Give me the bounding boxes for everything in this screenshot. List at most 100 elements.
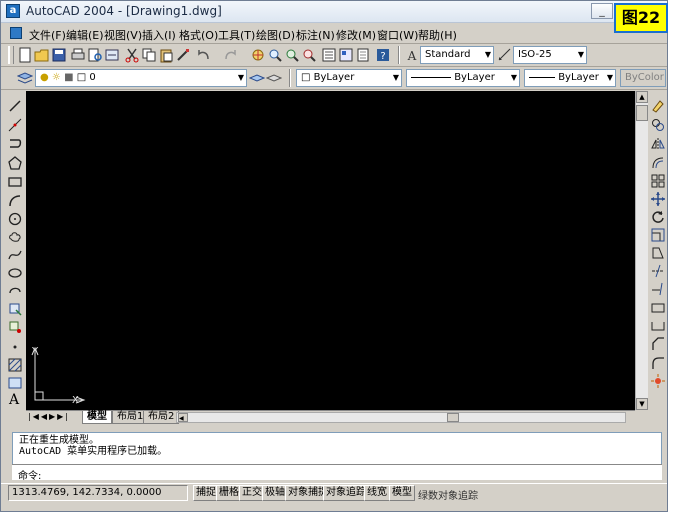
copy-object-icon[interactable] <box>650 117 666 133</box>
text-style-dropdown[interactable]: Standard ▼ <box>420 46 494 64</box>
spline-icon[interactable] <box>7 247 23 263</box>
paste-icon[interactable] <box>158 47 174 63</box>
menu-format[interactable]: 格式(O) <box>179 27 218 43</box>
command-line[interactable]: 命令: <box>12 464 662 482</box>
model-space-toggle[interactable]: 模型 <box>389 485 415 501</box>
copy-icon[interactable] <box>141 47 157 63</box>
menu-view[interactable]: 视图(V) <box>104 27 142 43</box>
multiline-text-icon[interactable]: A <box>9 392 19 408</box>
circle-icon[interactable] <box>7 211 23 227</box>
zoom-window-icon[interactable] <box>284 47 300 63</box>
make-object-layer-current-icon[interactable] <box>249 70 265 86</box>
menu-window[interactable]: 窗口(W) <box>377 27 418 43</box>
point-icon[interactable] <box>7 339 23 355</box>
hatch-icon[interactable] <box>7 357 23 373</box>
scroll-up-icon[interactable]: ▲ <box>636 91 648 103</box>
chevron-down-icon: ▼ <box>237 73 244 82</box>
coordinate-readout[interactable]: 1313.4769, 142.7334, 0.0000 <box>8 485 188 501</box>
move-icon[interactable] <box>650 191 666 207</box>
insert-block-icon[interactable] <box>7 301 23 317</box>
plot-style-dropdown[interactable]: ByColor <box>620 69 666 87</box>
autocad-app-icon[interactable]: a <box>6 4 20 18</box>
rotate-icon[interactable] <box>650 209 666 225</box>
open-folder-icon[interactable] <box>34 47 50 63</box>
vertical-scrollbar[interactable]: ▲ ▼ <box>635 91 648 410</box>
scroll-left-icon[interactable]: ◀ <box>178 413 188 422</box>
svg-text:A: A <box>407 49 417 63</box>
tab-layout2[interactable]: 布局2 <box>143 411 180 424</box>
print-icon[interactable] <box>70 47 86 63</box>
array-icon[interactable] <box>650 173 666 189</box>
horizontal-scrollbar[interactable]: ◀ <box>176 412 626 423</box>
offset-icon[interactable] <box>650 155 666 171</box>
break-icon[interactable] <box>650 318 666 334</box>
ellipse-icon[interactable] <box>7 265 23 281</box>
region-icon[interactable] <box>7 375 23 391</box>
fillet-icon[interactable] <box>650 355 666 371</box>
lineweight-dropdown[interactable]: ByLayer ▼ <box>524 69 616 87</box>
stretch-icon[interactable] <box>650 245 666 261</box>
linetype-value: ByLayer <box>454 72 495 83</box>
menu-modify[interactable]: 修改(M) <box>336 27 376 43</box>
layer-dropdown[interactable]: ● ☼ ■ □ 0 ▼ <box>35 69 247 87</box>
lineweight-toggle[interactable]: 线宽 <box>364 485 390 501</box>
extend-icon[interactable] <box>650 281 666 297</box>
dimension-style-icon[interactable] <box>497 47 513 63</box>
tab-model[interactable]: 模型 <box>82 411 112 424</box>
make-block-icon[interactable] <box>7 319 23 335</box>
drawing-canvas[interactable] <box>26 91 635 410</box>
color-swatch: □ <box>301 72 311 83</box>
help-icon[interactable]: ? <box>375 47 391 63</box>
dimension-style-dropdown[interactable]: ISO-25 ▼ <box>513 46 587 64</box>
polygon-icon[interactable] <box>7 155 23 171</box>
text-style-icon[interactable]: A <box>404 47 420 63</box>
layer-manager-icon[interactable] <box>17 70 33 86</box>
linetype-dropdown[interactable]: ByLayer ▼ <box>406 69 520 87</box>
polyline-icon[interactable] <box>7 136 23 152</box>
sun-icon: ☼ <box>51 72 61 83</box>
undo-icon[interactable] <box>196 47 212 63</box>
tab-navigation-arrows[interactable]: |◀◀▶▶| <box>28 412 80 423</box>
menu-tools[interactable]: 工具(T) <box>218 27 255 43</box>
mirror-icon[interactable] <box>650 136 666 152</box>
menu-file[interactable]: 文件(F) <box>29 27 66 43</box>
pan-realtime-icon[interactable] <box>250 47 266 63</box>
zoom-realtime-icon[interactable] <box>267 47 283 63</box>
color-dropdown[interactable]: □ ByLayer ▼ <box>296 69 402 87</box>
chamfer-icon[interactable] <box>650 336 666 352</box>
scroll-thumb[interactable] <box>636 105 648 121</box>
new-file-icon[interactable] <box>17 47 33 63</box>
line-icon[interactable] <box>7 98 23 114</box>
menu-draw[interactable]: 绘图(D) <box>256 27 295 43</box>
revision-cloud-icon[interactable] <box>7 229 23 245</box>
minimize-button[interactable]: _ <box>591 3 613 19</box>
scroll-down-icon[interactable]: ▼ <box>636 398 648 410</box>
layer-previous-icon[interactable] <box>266 70 282 86</box>
horizontal-scroll-thumb[interactable] <box>447 413 459 422</box>
redo-icon[interactable] <box>222 47 238 63</box>
design-center-icon[interactable] <box>338 47 354 63</box>
cut-icon[interactable] <box>124 47 140 63</box>
rectangle-icon[interactable] <box>7 174 23 190</box>
match-properties-icon[interactable] <box>175 47 191 63</box>
properties-icon[interactable] <box>321 47 337 63</box>
publish-icon[interactable] <box>104 47 120 63</box>
save-icon[interactable] <box>51 47 67 63</box>
scale-icon[interactable] <box>650 227 666 243</box>
ellipse-arc-icon[interactable] <box>7 283 23 299</box>
menu-dimension[interactable]: 标注(N) <box>296 27 335 43</box>
menu-insert[interactable]: 插入(I) <box>142 27 176 43</box>
construction-line-icon[interactable] <box>7 117 23 133</box>
object-tracking-toggle[interactable]: 对象追踪 <box>323 485 369 501</box>
document-icon[interactable] <box>10 27 22 39</box>
print-preview-icon[interactable] <box>87 47 103 63</box>
break-at-point-icon[interactable] <box>650 300 666 316</box>
trim-icon[interactable] <box>650 263 666 279</box>
explode-icon[interactable] <box>650 373 666 389</box>
arc-icon[interactable] <box>7 193 23 209</box>
erase-icon[interactable] <box>650 98 666 114</box>
zoom-previous-icon[interactable] <box>301 47 317 63</box>
menu-edit[interactable]: 编辑(E) <box>66 27 104 43</box>
tool-palettes-icon[interactable] <box>355 47 371 63</box>
menu-help[interactable]: 帮助(H) <box>418 27 457 43</box>
